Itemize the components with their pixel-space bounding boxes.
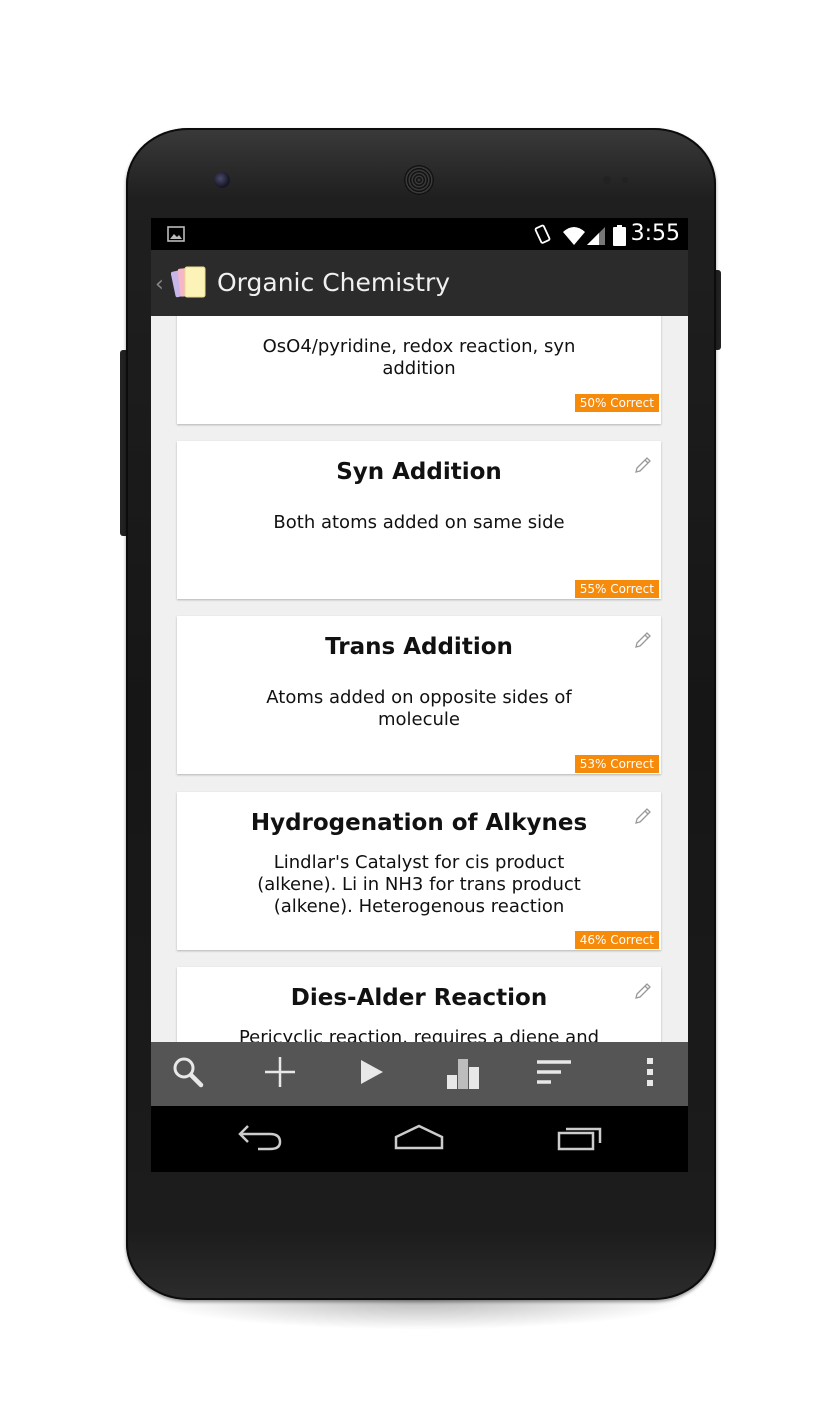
card-definition: Lindlar's Catalyst for cis product (alke… (257, 852, 581, 917)
flashcard[interactable]: Trans Addition Atoms added on opposite s… (177, 616, 661, 774)
status-clock: 3:55 (630, 221, 680, 246)
flashcard[interactable]: OsO4/pyridine, redox reaction, syn addit… (177, 316, 661, 424)
rotation-icon (534, 224, 551, 244)
flashcard[interactable]: Dies-Alder Reaction Pericyclic reaction,… (177, 967, 661, 1042)
status-bar: 3:55 (151, 218, 688, 250)
system-nav-bar (151, 1106, 688, 1172)
home-button[interactable] (364, 1106, 474, 1172)
proximity-sensor (603, 176, 611, 184)
add-icon (262, 1054, 298, 1094)
card-definition: Atoms added on opposite sides of molecul… (266, 687, 572, 730)
edit-pencil-icon[interactable] (633, 981, 653, 1005)
card-definition: Both atoms added on same side (273, 512, 565, 533)
gallery-notification-icon (167, 226, 185, 246)
correct-badge: 46% Correct (574, 931, 659, 949)
screen: 3:55 ‹ Organic Chemistry OsO4/pyridine, … (151, 218, 688, 1172)
sort-button[interactable] (509, 1042, 599, 1106)
battery-icon (613, 225, 626, 246)
recents-button[interactable] (526, 1106, 636, 1172)
study-button[interactable] (326, 1042, 416, 1106)
correct-badge: 55% Correct (574, 580, 659, 598)
action-bar: ‹ Organic Chemistry (151, 250, 688, 317)
card-term: Syn Addition (336, 459, 502, 485)
flashcard[interactable]: Syn Addition Both atoms added on same si… (177, 441, 661, 599)
front-camera (214, 172, 230, 188)
search-button[interactable] (151, 1042, 233, 1106)
card-term: Hydrogenation of Alkynes (250, 810, 588, 836)
edit-pencil-icon[interactable] (633, 455, 653, 479)
card-definition: Pericyclic reaction, requires a diene an… (238, 1027, 600, 1042)
card-term: Trans Addition (325, 634, 513, 660)
correct-badge: 50% Correct (574, 394, 659, 412)
deck-title: Organic Chemistry (217, 268, 451, 297)
light-sensor (622, 177, 628, 183)
home-icon (393, 1123, 445, 1155)
back-button[interactable] (205, 1106, 315, 1172)
back-icon (236, 1122, 284, 1156)
sort-icon (535, 1058, 573, 1090)
recents-icon (556, 1123, 606, 1155)
status-icons (533, 223, 643, 251)
stats-icon (445, 1055, 481, 1093)
search-icon (171, 1055, 205, 1093)
earpiece-speaker (404, 165, 434, 195)
edit-pencil-icon[interactable] (633, 630, 653, 654)
add-card-button[interactable] (235, 1042, 325, 1106)
overflow-menu-button[interactable] (605, 1042, 688, 1106)
up-caret-icon[interactable]: ‹ (155, 272, 164, 297)
wifi-icon (563, 227, 585, 245)
correct-badge: 53% Correct (574, 755, 659, 773)
card-definition: OsO4/pyridine, redox reaction, syn addit… (262, 336, 576, 379)
overflow-menu-icon (645, 1056, 655, 1092)
flashcard[interactable]: Hydrogenation of Alkynes Lindlar's Catal… (177, 792, 661, 950)
card-list[interactable]: OsO4/pyridine, redox reaction, syn addit… (151, 316, 688, 1042)
edit-pencil-icon[interactable] (633, 806, 653, 830)
stats-button[interactable] (418, 1042, 508, 1106)
flashcards-app-icon[interactable] (170, 264, 211, 306)
play-icon (356, 1057, 386, 1091)
bottom-toolbar (151, 1042, 688, 1106)
cell-signal-icon (587, 227, 605, 245)
card-term: Dies-Alder Reaction (290, 985, 548, 1011)
